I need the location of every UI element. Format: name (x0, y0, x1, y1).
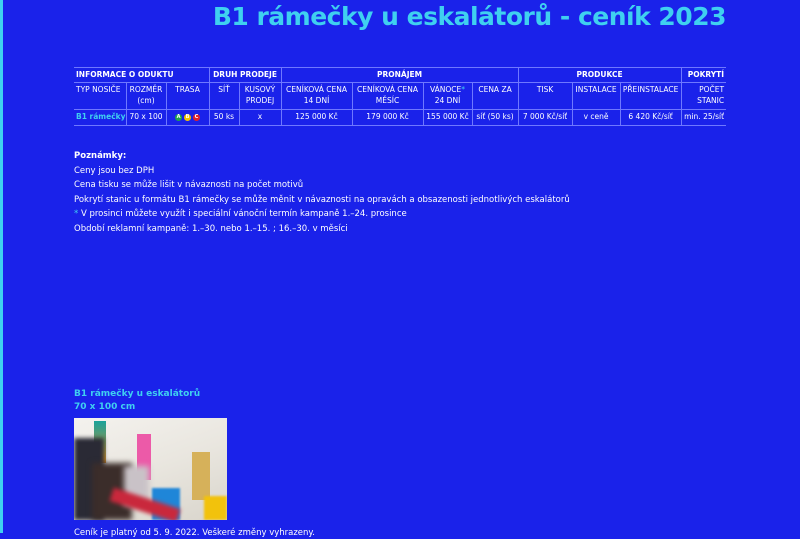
cell-price14: 125 000 Kč (280, 109, 353, 126)
cell-type: B1 rámečky (76, 112, 126, 121)
product-caption: B1 rámečky u eskalátorů 70 x 100 cm (74, 389, 201, 412)
metro-line-a-icon: A (175, 113, 182, 121)
col-price-for: CENA ZA (471, 82, 519, 110)
cell-print: 7 000 Kč/síť (517, 109, 573, 126)
group-product: INFORMACE O ODUKTU (76, 70, 174, 79)
group-header-row: INFORMACE O ODUKTU DRUH PRODEJE PRONÁJEM… (74, 67, 727, 83)
col-print: TISK (517, 82, 573, 110)
note: Cena tisku se může lišit v návaznosti na… (74, 180, 304, 191)
col-net: SÍŤ (208, 82, 239, 110)
metro-line-b-icon: B (184, 113, 191, 121)
left-accent-stripe (0, 0, 3, 533)
cell-lines: ABC (165, 109, 209, 126)
cell-install: v ceně (571, 109, 621, 126)
notes-heading: Poznámky: (74, 151, 127, 161)
note: Období reklamní kampaně: 1.–30. nebo 1.–… (74, 223, 348, 234)
group-coverage: POKRYTÍ (680, 67, 727, 83)
col-install: INSTALACE (571, 82, 621, 110)
footer-note: Ceník je platný od 5. 9. 2022. Veškeré z… (74, 528, 315, 538)
group-rental: PRONÁJEM (280, 67, 519, 83)
cell-size: 70 x 100 (125, 109, 166, 126)
col-size: ROZMĚR (cm) (125, 82, 166, 110)
note: * V prosinci můžete využít i speciální v… (74, 209, 407, 220)
page-title: B1 rámečky u eskalátorů - ceník 2023 (212, 2, 727, 31)
col-reinstall: PŘEINSTALACE (619, 82, 682, 110)
cell-price-month: 179 000 Kč (351, 109, 424, 126)
cell-reinstall: 6 420 Kč/síť (619, 109, 682, 126)
group-production: PRODUKCE (517, 67, 682, 83)
col-line: TRASA (165, 82, 209, 110)
group-sale-type: DRUH PRODEJE (208, 67, 282, 83)
note: Pokrytí stanic u formátu B1 rámečky se m… (74, 194, 570, 205)
cell-single: x (238, 109, 282, 126)
column-header-row: TYP NOSIČE ROZMĚR (cm) TRASA SÍŤ KUSOVÝ … (74, 82, 727, 110)
col-single: KUSOVÝ PRODEJ (238, 82, 282, 110)
col-stations: POČET STANIC (680, 82, 727, 110)
cell-price-for: síť (50 ks) (471, 109, 519, 126)
col-type: TYP NOSIČE (76, 85, 121, 94)
table-row: B1 rámečky 70 x 100 ABC 50 ks x 125 000 … (74, 109, 727, 126)
note: Ceny jsou bez DPH (74, 165, 155, 176)
escalator-photo (74, 418, 227, 520)
col-price-month: CENÍKOVÁ CENA MĚSÍC (351, 82, 424, 110)
cell-stations: min. 25/síť (680, 109, 727, 126)
col-price14: CENÍKOVÁ CENA 14 DNÍ (280, 82, 353, 110)
notes: Poznámky: Ceny jsou bez DPH Cena tisku s… (74, 149, 570, 237)
cell-net: 50 ks (208, 109, 239, 126)
col-xmas: VÁNOCE* 24 DNÍ (422, 82, 473, 110)
metro-line-c-icon: C (193, 113, 200, 121)
price-table: INFORMACE O ODUKTU DRUH PRODEJE PRONÁJEM… (74, 67, 727, 126)
cell-xmas: 155 000 Kč (422, 109, 473, 126)
